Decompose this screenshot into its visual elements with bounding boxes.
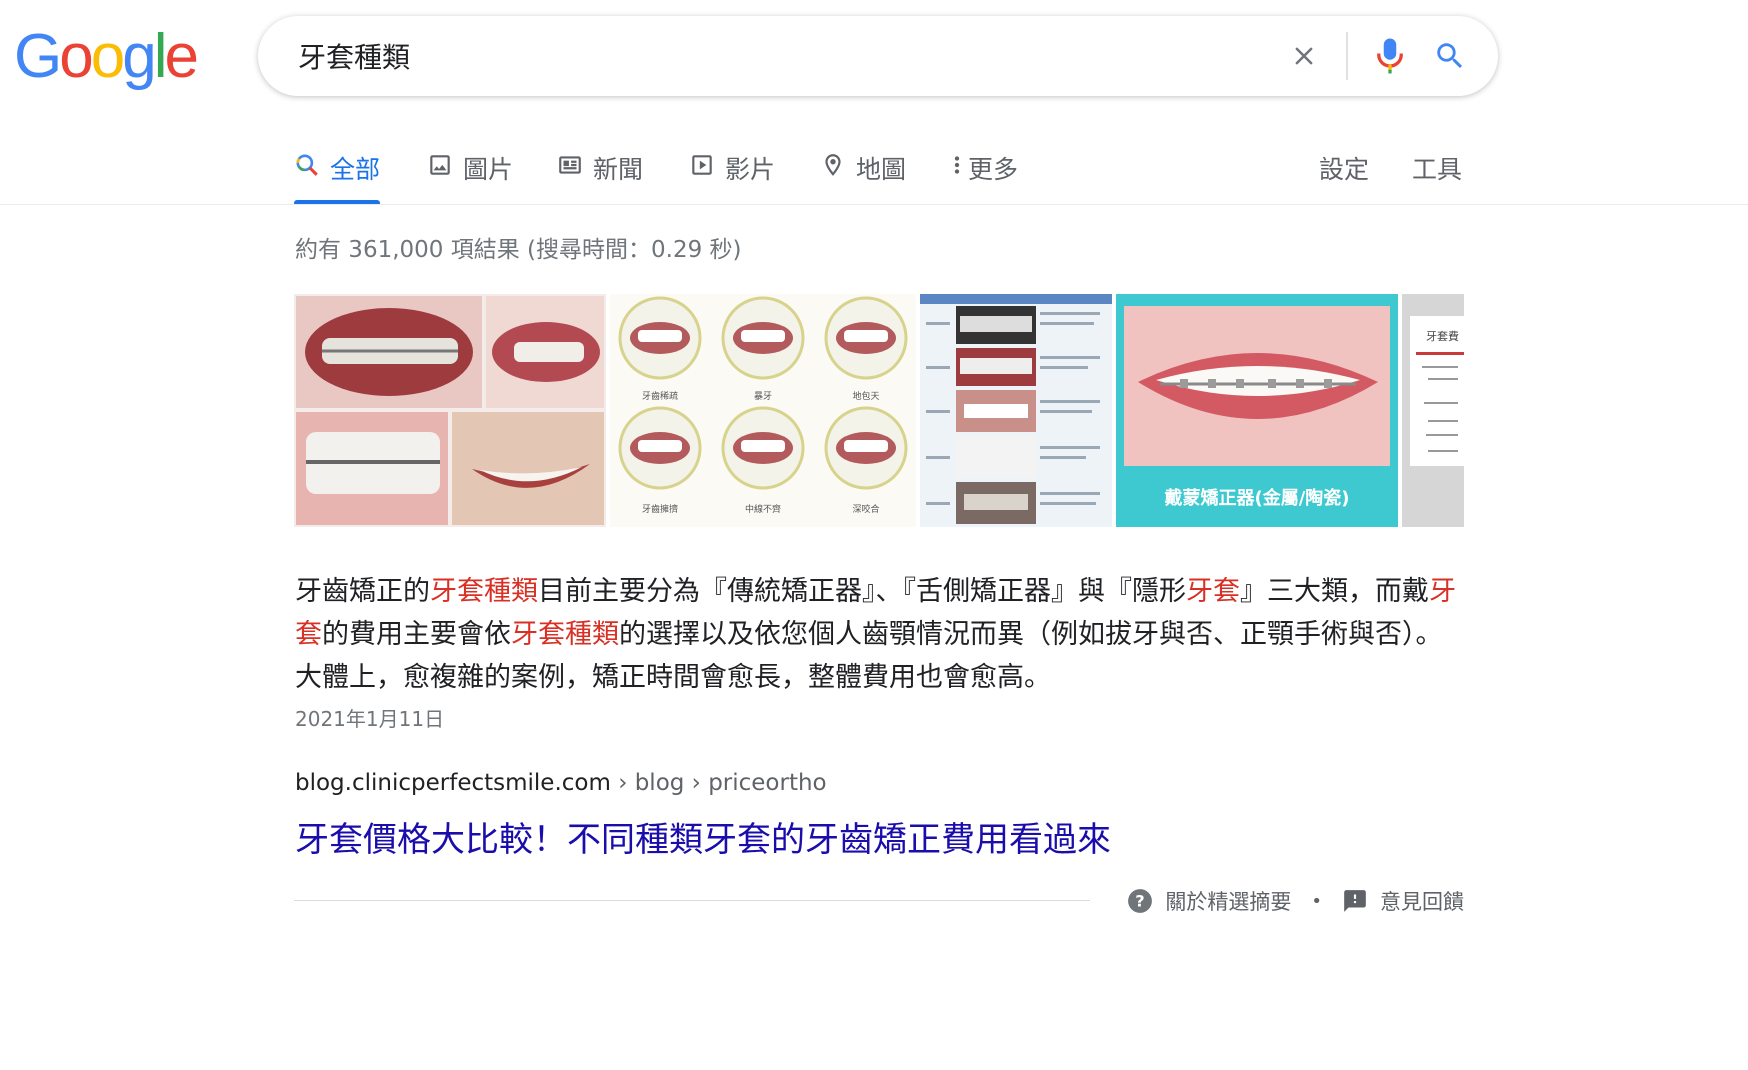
footer-separator: • (1311, 890, 1322, 912)
news-icon (559, 156, 581, 174)
logo-letter: e (164, 22, 199, 91)
map-pin-icon (825, 154, 841, 176)
thumb-label: 深咬合 (852, 503, 879, 515)
image-thumbnail-price-table[interactable]: 牙套費 (1402, 294, 1464, 527)
image-icon (430, 155, 450, 175)
image-thumbnail-braces-comparison-table[interactable] (920, 294, 1112, 527)
image-thumbnail-malocclusion-types[interactable]: 牙齒稀疏 暴牙 地包天 牙齒擁擠 中線不齊 深咬合 (610, 294, 916, 527)
search-tabs: 全部 圖片 新聞 影片 地圖 更多 設定 工具 (294, 140, 1748, 204)
close-icon (1295, 47, 1313, 65)
tab-label: 影片 (725, 155, 776, 184)
settings-label: 設定 (1319, 155, 1370, 184)
logo-letter: G (14, 22, 62, 91)
malocclusion-chart-image: 牙齒稀疏 暴牙 地包天 牙齒擁擠 中線不齊 深咬合 (610, 294, 916, 527)
search-multicolor-icon (296, 154, 318, 176)
tab-label: 新聞 (593, 155, 644, 184)
tab-label: 地圖 (856, 155, 907, 184)
snippet-text: 牙齒矯正的 (295, 576, 430, 607)
result-stats: 約有 361,000 項結果 (搜尋時間：0.29 秒) (295, 237, 742, 263)
thumb-label: 牙齒擁擠 (642, 503, 678, 515)
feedback-icon (1344, 890, 1366, 912)
clear-search-button[interactable] (1274, 26, 1334, 86)
snippet-highlight: 牙套種類 (430, 576, 538, 607)
header-divider (0, 204, 1748, 205)
tools-button[interactable]: 工具 (1412, 140, 1462, 204)
image-thumbnail-damon-braces[interactable]: 戴蒙矯正器(金屬/陶瓷) (1116, 294, 1398, 527)
help-icon: ? (1128, 889, 1153, 913)
more-vert-icon (954, 156, 960, 174)
feedback-button[interactable]: 意見回饋 (1342, 886, 1464, 916)
thumb-label: 牙齒稀疏 (642, 390, 678, 402)
braces-collage-image (294, 294, 606, 527)
search-icon (1437, 43, 1463, 69)
voice-search-button[interactable] (1360, 26, 1420, 86)
snippet-highlight: 牙套種類 (511, 619, 619, 650)
snippet-text: 的費用主要會依 (322, 619, 511, 650)
snippet-text: 目前主要分為『傳統矯正器』、『舌側矯正器』與『隱形 (538, 576, 1186, 607)
tab-label: 圖片 (463, 155, 514, 184)
tab-label: 更多 (968, 155, 1019, 184)
tab-label: 全部 (330, 155, 381, 184)
thumb-label: 牙套費 (1426, 329, 1459, 343)
result-title-link[interactable]: 牙套價格大比較！不同種類牙套的牙齒矯正費用看過來 (295, 812, 1111, 861)
comparison-table-image (920, 294, 1112, 527)
search-submit-button[interactable] (1420, 26, 1480, 86)
tab-maps[interactable]: 地圖 (820, 140, 906, 204)
tab-more[interactable]: 更多 (950, 140, 1018, 204)
featured-snippet-text: 牙齒矯正的牙套種類目前主要分為『傳統矯正器』、『舌側矯正器』與『隱形牙套』三大類… (295, 570, 1465, 699)
tools-label: 工具 (1412, 155, 1463, 184)
thumb-label: 中線不齊 (745, 503, 781, 515)
google-logo[interactable]: Google (14, 26, 199, 88)
about-label: 關於精選摘要 (1165, 890, 1292, 914)
video-icon (692, 155, 712, 175)
snippet-date: 2021年1月11日 (295, 707, 445, 731)
microphone-icon (1377, 38, 1403, 74)
result-url-breadcrumb[interactable]: blog.clinicperfectsmile.com › blog › pri… (295, 770, 827, 796)
thumb-label: 地包天 (852, 390, 879, 402)
result-path: › blog › priceortho (610, 770, 827, 796)
tab-all[interactable]: 全部 (294, 140, 381, 204)
logo-letter: o (90, 22, 126, 91)
snippet-footer: ? 關於精選摘要 • 意見回饋 (1127, 886, 1464, 916)
snippet-text: 』三大類，而戴 (1240, 576, 1429, 607)
result-domain: blog.clinicperfectsmile.com (295, 770, 611, 796)
thumb-label: 暴牙 (754, 391, 772, 402)
tab-news[interactable]: 新聞 (557, 140, 643, 204)
search-input[interactable] (296, 25, 1274, 87)
snippet-bottom-divider (294, 900, 1090, 901)
about-featured-snippets-button[interactable]: ? 關於精選摘要 (1127, 886, 1291, 916)
price-table-image: 牙套費 (1402, 294, 1464, 527)
logo-letter: g (122, 22, 157, 91)
svg-text:?: ? (1136, 891, 1145, 910)
thumb-caption: 戴蒙矯正器(金屬/陶瓷) (1164, 487, 1349, 509)
tab-videos[interactable]: 影片 (689, 140, 775, 204)
tab-images[interactable]: 圖片 (427, 140, 513, 204)
damon-braces-image: 戴蒙矯正器(金屬/陶瓷) (1116, 294, 1398, 527)
logo-letter: l (153, 22, 168, 91)
image-thumbnail-braces-collage[interactable] (294, 294, 606, 527)
search-bar (258, 16, 1498, 96)
feedback-label: 意見回饋 (1380, 890, 1464, 914)
search-bar-separator (1346, 32, 1348, 80)
snippet-highlight: 牙套 (1186, 576, 1240, 607)
settings-button[interactable]: 設定 (1319, 140, 1369, 204)
image-strip: 牙齒稀疏 暴牙 地包天 牙齒擁擠 中線不齊 深咬合 戴蒙矯正器(金屬/陶瓷) 牙… (294, 294, 1464, 527)
logo-letter: o (59, 22, 94, 91)
